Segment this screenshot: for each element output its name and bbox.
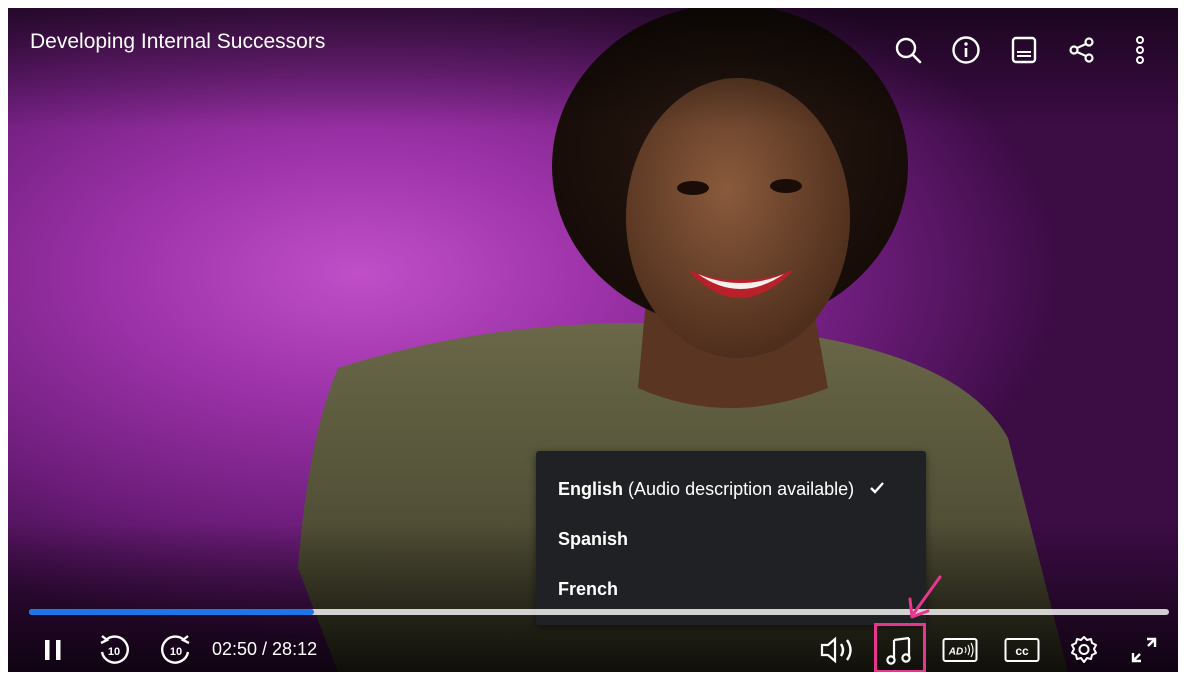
menu-item-french[interactable]: French <box>558 579 618 600</box>
forward-10-icon[interactable]: 10 <box>156 628 196 672</box>
menu-item-label: Spanish <box>558 529 629 549</box>
progress-bar-fill <box>29 609 314 615</box>
annotation-arrow-icon <box>908 575 942 619</box>
forward-label: 10 <box>170 646 182 658</box>
top-toolbar <box>890 32 1158 68</box>
settings-icon[interactable] <box>1062 628 1106 672</box>
more-vertical-icon[interactable] <box>1122 32 1158 68</box>
top-gradient <box>8 8 1178 128</box>
video-title: Developing Internal Successors <box>30 30 326 53</box>
info-icon[interactable] <box>948 32 984 68</box>
progress-bar[interactable] <box>29 609 1169 615</box>
cc-label: cc <box>1015 644 1029 658</box>
closed-captions-icon[interactable]: cc <box>1000 628 1044 672</box>
rewind-10-icon[interactable]: 10 <box>94 628 134 672</box>
bottom-toolbar: 10 10 AD cc <box>8 628 1178 672</box>
audio-description-icon[interactable]: AD <box>938 628 982 672</box>
fullscreen-icon[interactable] <box>1122 628 1166 672</box>
share-icon[interactable] <box>1064 32 1100 68</box>
audio-track-menu: English (Audio description available) Sp… <box>536 451 926 625</box>
volume-icon[interactable] <box>816 628 860 672</box>
checkmark-icon <box>870 479 884 500</box>
audio-track-highlight <box>874 623 926 672</box>
ad-label: AD <box>948 647 963 658</box>
menu-item-label: French <box>558 579 619 599</box>
time-display: 02:50 / 28:12 <box>212 639 318 659</box>
menu-item-english[interactable]: English (Audio description available) <box>558 479 904 500</box>
menu-item-note: (Audio description available) <box>628 479 855 499</box>
menu-item-label: English <box>558 479 624 499</box>
transcript-icon[interactable] <box>1006 32 1042 68</box>
menu-item-spanish[interactable]: Spanish <box>558 529 628 550</box>
rewind-label: 10 <box>108 646 120 658</box>
search-icon[interactable] <box>890 32 926 68</box>
pause-icon[interactable] <box>36 628 70 672</box>
video-player[interactable]: Developing Internal Successors English (… <box>8 8 1178 672</box>
